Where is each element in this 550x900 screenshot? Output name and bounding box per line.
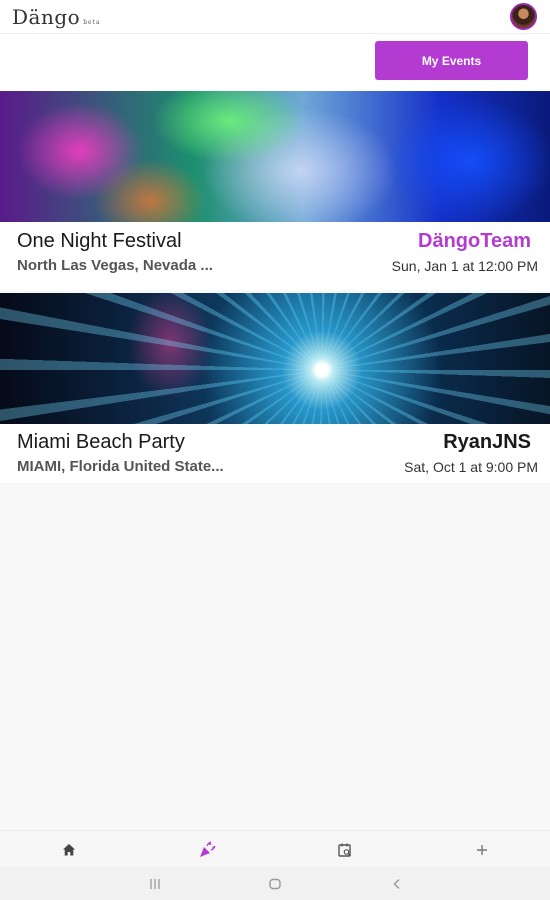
- event-host[interactable]: RyanJNS: [443, 431, 531, 454]
- event-datetime: Sun, Jan 1 at 12:00 PM: [391, 258, 538, 274]
- system-navigation-bar: [0, 867, 550, 900]
- user-avatar[interactable]: [510, 3, 537, 30]
- party-popper-icon[interactable]: [197, 840, 217, 860]
- system-home-icon[interactable]: [266, 874, 284, 894]
- event-title: One Night Festival: [17, 230, 182, 252]
- plus-icon[interactable]: [472, 840, 492, 860]
- back-icon[interactable]: [388, 874, 406, 894]
- calendar-search-icon[interactable]: [335, 840, 355, 860]
- event-card[interactable]: One Night Festival DängoTeam North Las V…: [0, 91, 550, 290]
- recent-apps-icon[interactable]: [146, 874, 164, 894]
- bottom-navigation: [0, 830, 550, 867]
- action-bar: My Events: [0, 34, 550, 91]
- event-title: Miami Beach Party: [17, 431, 185, 453]
- app-logo[interactable]: Dängo beta: [12, 5, 101, 29]
- event-location: MIAMI, Florida United State...: [17, 458, 224, 475]
- logo-text: Dängo: [12, 5, 81, 29]
- logo-beta-badge: beta: [83, 19, 101, 26]
- event-image[interactable]: [0, 293, 550, 424]
- my-events-button[interactable]: My Events: [375, 41, 528, 80]
- app-header: Dängo beta: [0, 0, 550, 34]
- event-host[interactable]: DängoTeam: [418, 230, 531, 253]
- event-datetime: Sat, Oct 1 at 9:00 PM: [404, 459, 538, 475]
- home-icon[interactable]: [59, 840, 79, 860]
- event-card[interactable]: Miami Beach Party RyanJNS MIAMI, Florida…: [0, 293, 550, 483]
- event-image[interactable]: [0, 91, 550, 222]
- event-location: North Las Vegas, Nevada ...: [17, 257, 213, 274]
